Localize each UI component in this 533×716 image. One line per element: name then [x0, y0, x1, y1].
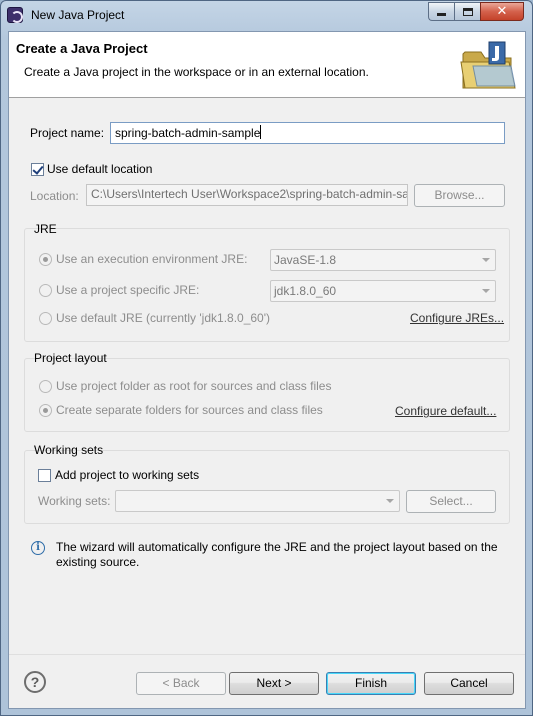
layout-project-folder-label: Use project folder as root for sources a…	[56, 379, 332, 393]
jre-group-title: JRE	[34, 222, 57, 236]
help-icon[interactable]: ?	[24, 671, 46, 693]
project-specific-jre-combo[interactable]: jdk1.8.0_60	[270, 280, 496, 302]
java-project-folder-icon	[460, 41, 516, 89]
execution-environment-value: JavaSE-1.8	[274, 253, 337, 267]
finish-button[interactable]: Finish	[326, 672, 416, 695]
location-label: Location:	[30, 189, 79, 203]
chevron-down-icon	[386, 499, 394, 503]
execution-environment-combo[interactable]: JavaSE-1.8	[270, 249, 496, 271]
working-sets-label: Working sets:	[38, 494, 111, 508]
layout-separate-folders-radio[interactable]	[39, 404, 52, 417]
eclipse-icon	[7, 7, 23, 23]
jre-default-label: Use default JRE (currently 'jdk1.8.0_60'…	[56, 311, 271, 325]
maximize-button[interactable]	[454, 2, 480, 21]
project-specific-jre-value: jdk1.8.0_60	[274, 284, 337, 298]
wizard-banner: Create a Java Project Create a Java proj…	[9, 32, 525, 98]
jre-project-specific-label: Use a project specific JRE:	[56, 283, 200, 297]
select-working-sets-button[interactable]: Select...	[406, 490, 496, 513]
maximize-icon	[462, 7, 473, 16]
back-button[interactable]: < Back	[136, 672, 226, 695]
chevron-down-icon	[482, 258, 490, 262]
add-to-working-sets-checkbox[interactable]	[38, 469, 51, 482]
browse-button[interactable]: Browse...	[414, 184, 505, 207]
dialog-window: New Java Project ✕ Create a Java Project…	[0, 0, 533, 716]
title-bar[interactable]: New Java Project ✕	[1, 1, 532, 31]
footer-separator	[9, 654, 525, 655]
configure-jres-link[interactable]: Configure JREs...	[410, 311, 504, 325]
close-button[interactable]: ✕	[480, 2, 524, 21]
cancel-button[interactable]: Cancel	[424, 672, 514, 695]
project-layout-group	[24, 358, 510, 432]
info-icon: i	[31, 541, 45, 555]
project-name-input[interactable]: spring-batch-admin-sample	[110, 122, 505, 144]
jre-execution-environment-radio[interactable]	[39, 253, 52, 266]
jre-default-radio[interactable]	[39, 312, 52, 325]
working-sets-combo[interactable]	[115, 490, 400, 512]
close-icon: ✕	[496, 4, 508, 19]
dialog-client-area: Create a Java Project Create a Java proj…	[8, 31, 526, 709]
project-layout-group-title: Project layout	[34, 351, 107, 365]
configure-default-link[interactable]: Configure default...	[395, 404, 496, 418]
next-button[interactable]: Next >	[229, 672, 319, 695]
project-name-value: spring-batch-admin-sample	[115, 126, 261, 140]
window-controls: ✕	[428, 2, 524, 21]
jre-execution-environment-label: Use an execution environment JRE:	[56, 252, 248, 266]
working-sets-group-title: Working sets	[34, 443, 104, 457]
location-input[interactable]: C:\Users\Intertech User\Workspace2\sprin…	[86, 184, 408, 206]
jre-project-specific-radio[interactable]	[39, 284, 52, 297]
layout-separate-folders-label: Create separate folders for sources and …	[56, 403, 323, 417]
text-caret	[260, 125, 262, 139]
banner-title: Create a Java Project	[16, 41, 148, 56]
info-message: The wizard will automatically configure …	[56, 540, 498, 569]
minimize-icon	[437, 13, 446, 16]
project-name-label: Project name:	[30, 126, 105, 140]
banner-description: Create a Java project in the workspace o…	[24, 65, 369, 79]
use-default-location-checkbox[interactable]	[31, 163, 44, 176]
window-title: New Java Project	[31, 8, 125, 22]
layout-project-folder-radio[interactable]	[39, 380, 52, 393]
minimize-button[interactable]	[428, 2, 454, 21]
location-value: C:\Users\Intertech User\Workspace2\sprin…	[91, 187, 408, 201]
add-to-working-sets-label: Add project to working sets	[55, 468, 200, 482]
use-default-location-label: Use default location	[47, 162, 153, 176]
chevron-down-icon	[482, 289, 490, 293]
